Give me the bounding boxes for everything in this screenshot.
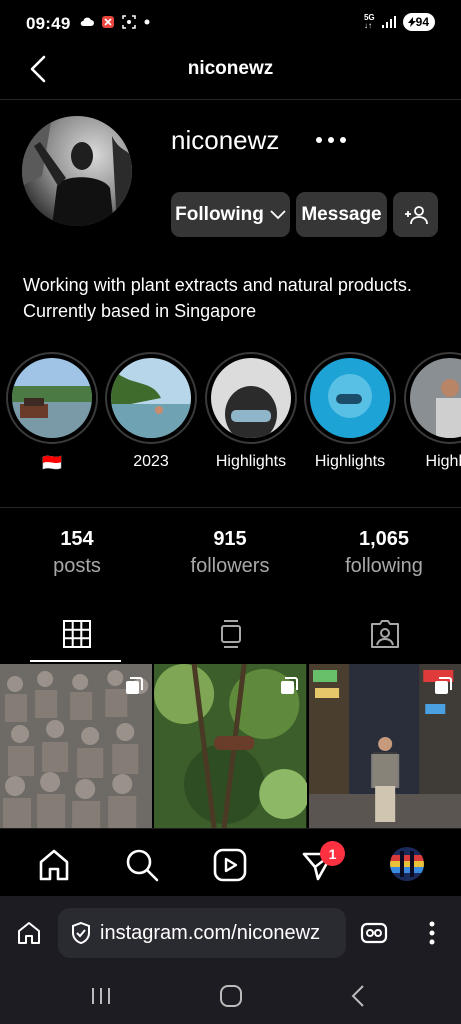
tab-switcher-icon[interactable] [360,920,388,946]
highlight-item[interactable]: 🇮🇩 [6,352,98,473]
grid-icon [62,620,91,648]
following-button[interactable]: Following [171,192,290,237]
highlight-cover [410,358,461,438]
stat-value: 915 [213,528,247,550]
home-icon [39,849,69,881]
highlight-item[interactable]: Highlig [404,352,461,471]
add-person-icon [404,205,428,224]
status-bar: 09:49 5G ↓↑ 94 [0,0,461,40]
stat-label: posts [53,555,101,577]
tab-posts[interactable] [0,605,153,663]
stat-label: following [345,555,423,577]
profile-top-bar: niconewz [0,40,461,100]
tab-feed[interactable] [154,605,307,663]
nav-home[interactable] [36,847,72,883]
post-thumbnail[interactable] [154,664,307,828]
app-bottom-nav: 1 [0,828,461,896]
profile-bio: Working with plant extracts and natural … [23,275,412,321]
tagged-icon [370,620,399,648]
divider [0,507,461,508]
avatar-thumbnail [390,847,424,881]
post-thumbnail[interactable] [308,664,461,828]
multiple-posts-icon [126,677,144,694]
url-text: instagram.com/niconewz [100,921,321,944]
stat-value: 154 [60,528,94,550]
blocked-icon [102,16,114,28]
status-system-icons: 5G ↓↑ 94 [364,13,435,31]
multiple-posts-icon [280,677,298,694]
browser-toolbar: instagram.com/niconewz [0,896,461,972]
followers-stat[interactable]: 915 followers [153,528,307,578]
charging-icon [407,17,416,27]
post-grid [0,664,461,828]
active-tab-indicator [30,660,121,662]
status-notification-icons [80,15,150,29]
more-options-icon[interactable] [314,128,348,152]
story-highlights: 🇮🇩 2023 Highlights Highlights Highl [0,352,461,482]
url-bar[interactable]: instagram.com/niconewz [58,908,346,958]
message-label: Message [301,203,382,225]
stat-label: followers [190,555,270,577]
highlight-cover [211,358,291,438]
following-label: Following [175,203,264,225]
highlight-cover [12,358,92,438]
recent-apps-icon[interactable] [90,986,112,1006]
system-back-icon[interactable] [350,984,366,1008]
highlight-label: 🇮🇩 [42,455,62,472]
search-icon [126,849,159,882]
highlight-label: Highlig [425,453,461,470]
multiple-posts-icon [434,677,452,694]
cloud-icon [80,17,94,26]
browser-home-icon[interactable] [16,920,42,946]
network-type: 5G ↓↑ [363,13,375,30]
page-title: niconewz [187,58,274,79]
profile-avatar[interactable] [22,116,132,226]
system-home-icon[interactable] [219,984,243,1008]
screenshot-icon [122,15,136,29]
system-nav-bar [0,972,461,1024]
dot-icon [144,19,150,25]
avatar-photo [22,116,132,226]
profile-tabs [0,605,461,663]
browser-menu-icon[interactable] [426,920,438,946]
posts-stat: 154 posts [0,528,154,578]
highlight-cover [310,358,390,438]
notification-badge: 1 [320,841,345,866]
nav-profile-avatar[interactable] [390,847,424,881]
highlight-label: Highlights [314,453,386,470]
battery-indicator: 94 [402,13,435,31]
following-stat[interactable]: 1,065 following [307,528,461,578]
profile-username: niconewz [171,125,280,155]
chevron-down-icon [270,209,286,219]
highlight-item[interactable]: Highlights [205,352,297,471]
highlight-item[interactable]: Highlights [304,352,396,471]
status-time: 09:49 [26,14,71,33]
reels-icon [213,848,247,882]
highlight-item[interactable]: 2023 [105,352,197,471]
stat-value: 1,065 [358,528,410,550]
suggested-users-button[interactable] [393,192,438,237]
nav-search[interactable] [124,847,160,883]
reels-feed-icon [220,620,241,648]
shield-icon [72,921,90,945]
highlight-cover [111,358,191,438]
signal-icon [381,16,396,28]
post-thumbnail[interactable] [0,664,153,828]
tab-tagged[interactable] [308,605,461,663]
highlight-label: Highlights [215,453,287,470]
highlight-label: 2023 [133,453,169,470]
nav-reels[interactable] [212,847,248,883]
message-button[interactable]: Message [296,192,387,237]
